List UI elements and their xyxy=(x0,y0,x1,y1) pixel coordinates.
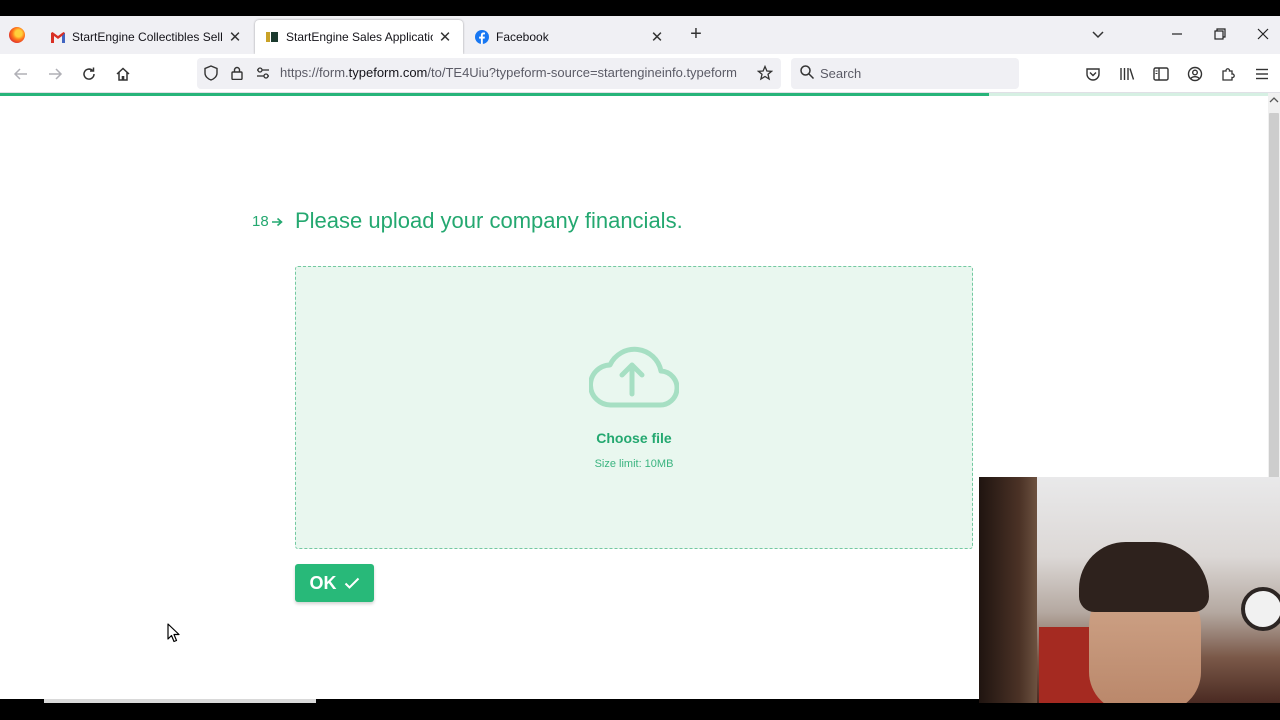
question-number: 18 xyxy=(252,213,284,230)
tab-strip: StartEngine Collectibles Selling ✕ Start… xyxy=(0,16,1280,54)
search-icon xyxy=(799,64,815,85)
wall-clock xyxy=(1241,587,1280,631)
startengine-icon xyxy=(265,30,279,44)
forward-arrow-icon[interactable] xyxy=(45,64,65,84)
question-number-text: 18 xyxy=(252,213,269,230)
sidebar-icon[interactable] xyxy=(1151,64,1171,84)
file-upload-dropzone[interactable]: Choose file Size limit: 10MB xyxy=(295,266,973,549)
search-placeholder: Search xyxy=(820,66,862,81)
gmail-icon xyxy=(51,30,65,44)
url-text[interactable]: https://form.typeform.com/to/TE4Uiu?type… xyxy=(280,65,750,80)
search-box[interactable]: Search xyxy=(791,58,1019,89)
tab-startengine-sales[interactable]: StartEngine Sales Application ✕ xyxy=(255,20,463,54)
lock-icon[interactable] xyxy=(228,64,246,82)
webcam-background-shelf xyxy=(979,477,1037,703)
hamburger-menu-icon[interactable] xyxy=(1252,64,1272,84)
question-title: Please upload your company financials. xyxy=(295,208,683,233)
ok-button[interactable]: OK xyxy=(295,564,374,602)
tab-facebook[interactable]: Facebook ✕ xyxy=(465,20,675,54)
tab-title: Facebook xyxy=(496,30,549,44)
navigation-toolbar: https://form.typeform.com/to/TE4Uiu?type… xyxy=(0,54,1280,93)
extensions-puzzle-icon[interactable] xyxy=(1219,64,1239,84)
close-tab-icon[interactable]: ✕ xyxy=(437,29,453,46)
tracking-protection-shield-icon[interactable] xyxy=(202,64,220,82)
close-tab-icon[interactable]: ✕ xyxy=(649,29,665,46)
tab-gmail[interactable]: StartEngine Collectibles Selling ✕ xyxy=(41,20,253,54)
account-icon[interactable] xyxy=(1185,64,1205,84)
bookmark-star-icon[interactable] xyxy=(756,64,774,82)
home-icon[interactable] xyxy=(113,64,133,84)
close-window-icon[interactable] xyxy=(1253,24,1273,44)
url-bar[interactable]: https://form.typeform.com/to/TE4Uiu?type… xyxy=(197,58,781,89)
url-prefix: https://form. xyxy=(280,65,349,80)
scroll-up-arrow-icon[interactable] xyxy=(1268,95,1280,105)
facebook-icon xyxy=(475,30,489,44)
webcam-person-hair xyxy=(1079,542,1209,612)
arrow-right-icon xyxy=(271,217,283,226)
close-tab-icon[interactable]: ✕ xyxy=(227,29,243,46)
minimize-window-icon[interactable] xyxy=(1167,24,1187,44)
library-icon[interactable] xyxy=(1117,64,1137,84)
webcam-overlay xyxy=(979,477,1280,703)
pocket-icon[interactable] xyxy=(1083,64,1103,84)
choose-file-link[interactable]: Choose file xyxy=(296,430,972,446)
firefox-menu-icon[interactable] xyxy=(9,27,25,43)
reload-icon[interactable] xyxy=(79,64,99,84)
mouse-cursor-icon xyxy=(167,623,180,643)
checkmark-icon xyxy=(344,577,359,589)
new-tab-plus-icon[interactable]: + xyxy=(686,24,706,45)
list-all-tabs-chevron-icon[interactable] xyxy=(1090,26,1106,42)
url-host: typeform.com xyxy=(348,65,428,80)
size-limit-text: Size limit: 10MB xyxy=(594,458,674,470)
tab-title: StartEngine Collectibles Selling xyxy=(72,30,223,44)
permissions-icon[interactable] xyxy=(254,64,272,82)
tab-title: StartEngine Sales Application xyxy=(286,30,433,44)
form-progress-fill xyxy=(0,93,990,96)
url-path: /to/TE4Uiu?typeform-source=startenginein… xyxy=(427,65,738,80)
ok-button-label: OK xyxy=(309,572,337,593)
back-arrow-icon[interactable] xyxy=(11,64,31,84)
horizontal-scrollbar-thumb[interactable] xyxy=(44,699,316,703)
cloud-upload-icon xyxy=(589,346,679,408)
restore-window-icon[interactable] xyxy=(1210,24,1230,44)
form-progress-bar xyxy=(0,93,1268,96)
